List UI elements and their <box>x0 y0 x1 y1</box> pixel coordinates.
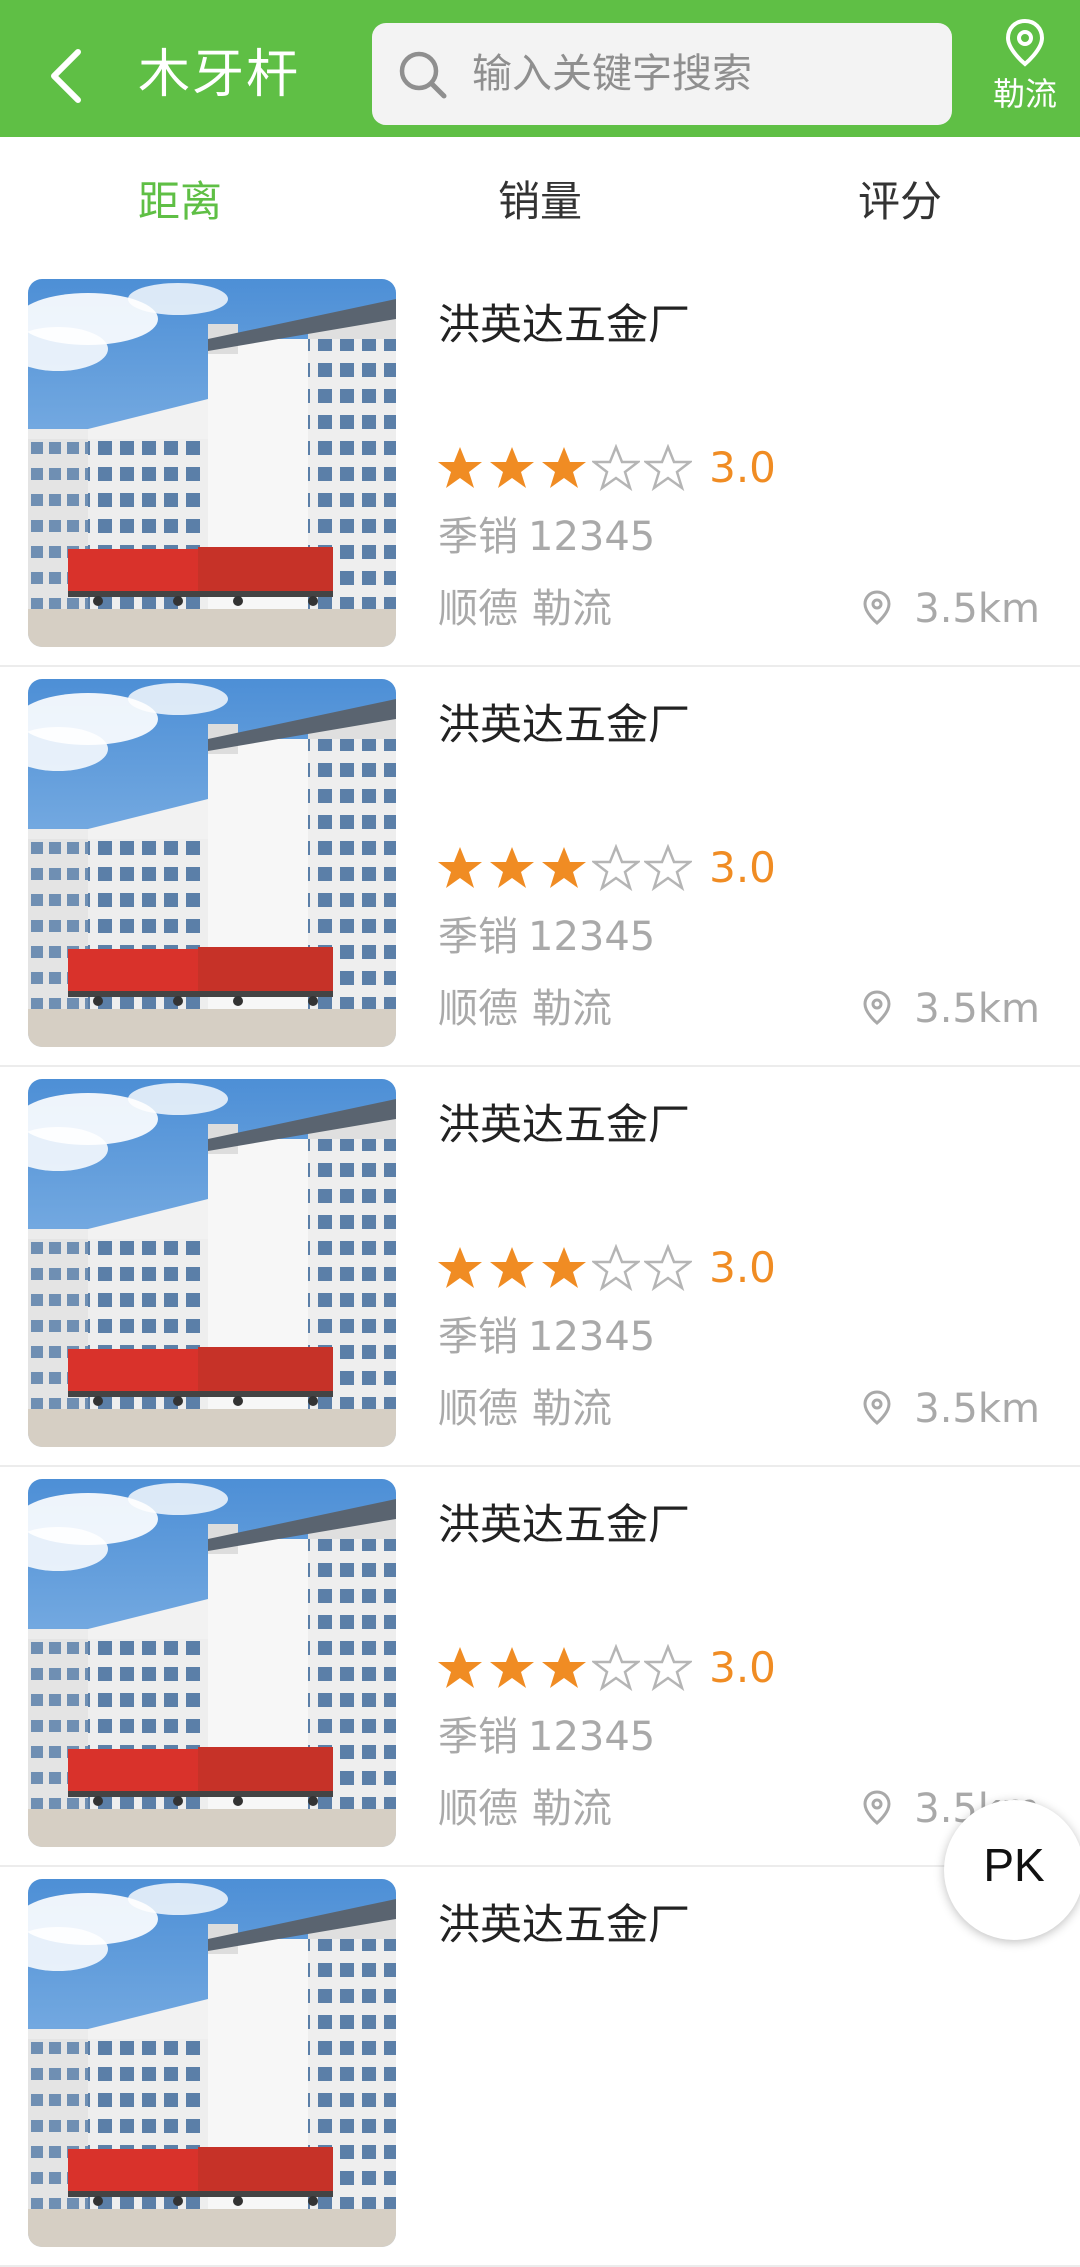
rating-stars: 3.0 <box>436 443 776 493</box>
distance-info: 3.5km <box>862 983 1040 1035</box>
area-district: 顺德 <box>438 986 518 1032</box>
search-input[interactable]: 输入关键字搜索 <box>472 47 752 101</box>
factory-thumbnail[interactable] <box>28 679 396 1047</box>
star-empty-icon <box>592 1644 640 1692</box>
tab-rating[interactable]: 评分 <box>720 137 1080 267</box>
top-bar: 木牙杆 输入关键字搜索 勒流 <box>0 0 1080 137</box>
area-info: 顺德 勒流 <box>438 583 612 635</box>
sales-count: 12345 <box>528 1714 656 1760</box>
sales-info: 季销 12345 <box>438 1711 655 1763</box>
distance-info: 3.5km <box>862 1383 1040 1435</box>
rating-value: 3.0 <box>709 843 776 892</box>
star-filled-icon <box>490 1647 534 1688</box>
factory-thumbnail[interactable] <box>28 1479 396 1847</box>
map-pin-icon <box>863 990 891 1025</box>
area-district: 顺德 <box>438 1786 518 1832</box>
area-info: 顺德 勒流 <box>438 1383 612 1435</box>
distance-value: 3.5km <box>914 586 1040 632</box>
star-empty-icon <box>644 844 692 892</box>
star-filled-icon <box>542 447 586 488</box>
star-filled-icon <box>542 1247 586 1288</box>
star-filled-icon <box>542 847 586 888</box>
page-title: 木牙杆 <box>138 45 301 105</box>
list-item[interactable]: 洪英达五金厂 3.0 季销12345 顺德勒流 3.5km <box>0 1467 1080 1867</box>
pk-label: PK <box>983 1839 1045 1891</box>
sales-label: 季销 <box>438 914 518 960</box>
star-filled-icon <box>490 447 534 488</box>
factory-thumbnail[interactable] <box>28 279 396 647</box>
search-icon <box>399 51 447 99</box>
star-filled-icon <box>438 1647 482 1688</box>
distance-info: 3.5km <box>862 583 1040 635</box>
sales-label: 季销 <box>438 1314 518 1360</box>
back-button[interactable] <box>40 38 100 108</box>
chevron-left-icon <box>51 49 81 103</box>
distance-value: 3.5km <box>914 986 1040 1032</box>
sales-count: 12345 <box>528 914 656 960</box>
location-button[interactable]: 勒流 <box>975 18 1075 128</box>
sales-info: 季销 12345 <box>438 1311 655 1363</box>
factory-name[interactable]: 洪英达五金厂 <box>438 1897 690 1953</box>
search-box[interactable]: 输入关键字搜索 <box>372 23 952 125</box>
star-filled-icon <box>438 847 482 888</box>
star-empty-icon <box>592 1244 640 1292</box>
distance-value: 3.5km <box>914 1386 1040 1432</box>
star-filled-icon <box>542 1647 586 1688</box>
list-item[interactable]: 洪英达五金厂 3.0 季销12345 顺德勒流 3.5km <box>0 1067 1080 1467</box>
sales-count: 12345 <box>528 514 656 560</box>
area-town: 勒流 <box>532 1386 612 1432</box>
star-filled-icon <box>490 847 534 888</box>
area-town: 勒流 <box>532 586 612 632</box>
tab-sales[interactable]: 销量 <box>360 137 720 267</box>
rating-value: 3.0 <box>709 1643 776 1692</box>
area-district: 顺德 <box>438 1386 518 1432</box>
list-item[interactable]: 洪英达五金厂 <box>0 1867 1080 2267</box>
map-pin-icon <box>863 590 891 625</box>
star-filled-icon <box>438 1247 482 1288</box>
pk-compare-button[interactable]: PK <box>944 1800 1080 1940</box>
map-pin-icon <box>863 1790 891 1825</box>
factory-thumbnail[interactable] <box>28 1079 396 1447</box>
rating-stars: 3.0 <box>436 843 776 893</box>
rating-value: 3.0 <box>709 443 776 492</box>
star-empty-icon <box>644 1644 692 1692</box>
factory-name[interactable]: 洪英达五金厂 <box>438 297 690 353</box>
area-district: 顺德 <box>438 586 518 632</box>
location-label: 勒流 <box>992 75 1057 113</box>
star-empty-icon <box>644 444 692 492</box>
star-empty-icon <box>644 1244 692 1292</box>
list-item[interactable]: 洪英达五金厂 3.0 季销12345 顺德勒流 3.5km <box>0 267 1080 667</box>
sales-label: 季销 <box>438 514 518 560</box>
star-empty-icon <box>592 444 640 492</box>
map-pin-icon <box>1005 18 1045 67</box>
area-info: 顺德 勒流 <box>438 983 612 1035</box>
area-town: 勒流 <box>532 986 612 1032</box>
factory-name[interactable]: 洪英达五金厂 <box>438 1097 690 1153</box>
sales-info: 季销 12345 <box>438 911 655 963</box>
area-town: 勒流 <box>532 1786 612 1832</box>
sales-info: 季销 12345 <box>438 511 655 563</box>
area-info: 顺德 勒流 <box>438 1783 612 1835</box>
star-filled-icon <box>438 447 482 488</box>
map-pin-icon <box>863 1390 891 1425</box>
sales-count: 12345 <box>528 1314 656 1360</box>
rating-stars: 3.0 <box>436 1243 776 1293</box>
factory-thumbnail[interactable] <box>28 1879 396 2247</box>
list-item[interactable]: 洪英达五金厂 3.0 季销12345 顺德勒流 3.5km <box>0 667 1080 1067</box>
factory-name[interactable]: 洪英达五金厂 <box>438 1497 690 1553</box>
rating-value: 3.0 <box>709 1243 776 1292</box>
sort-tabs: 距离 销量 评分 <box>0 137 1080 267</box>
rating-stars: 3.0 <box>436 1643 776 1693</box>
sales-label: 季销 <box>438 1714 518 1760</box>
tab-distance[interactable]: 距离 <box>0 137 360 267</box>
star-filled-icon <box>490 1247 534 1288</box>
star-empty-icon <box>592 844 640 892</box>
factory-name[interactable]: 洪英达五金厂 <box>438 697 690 753</box>
